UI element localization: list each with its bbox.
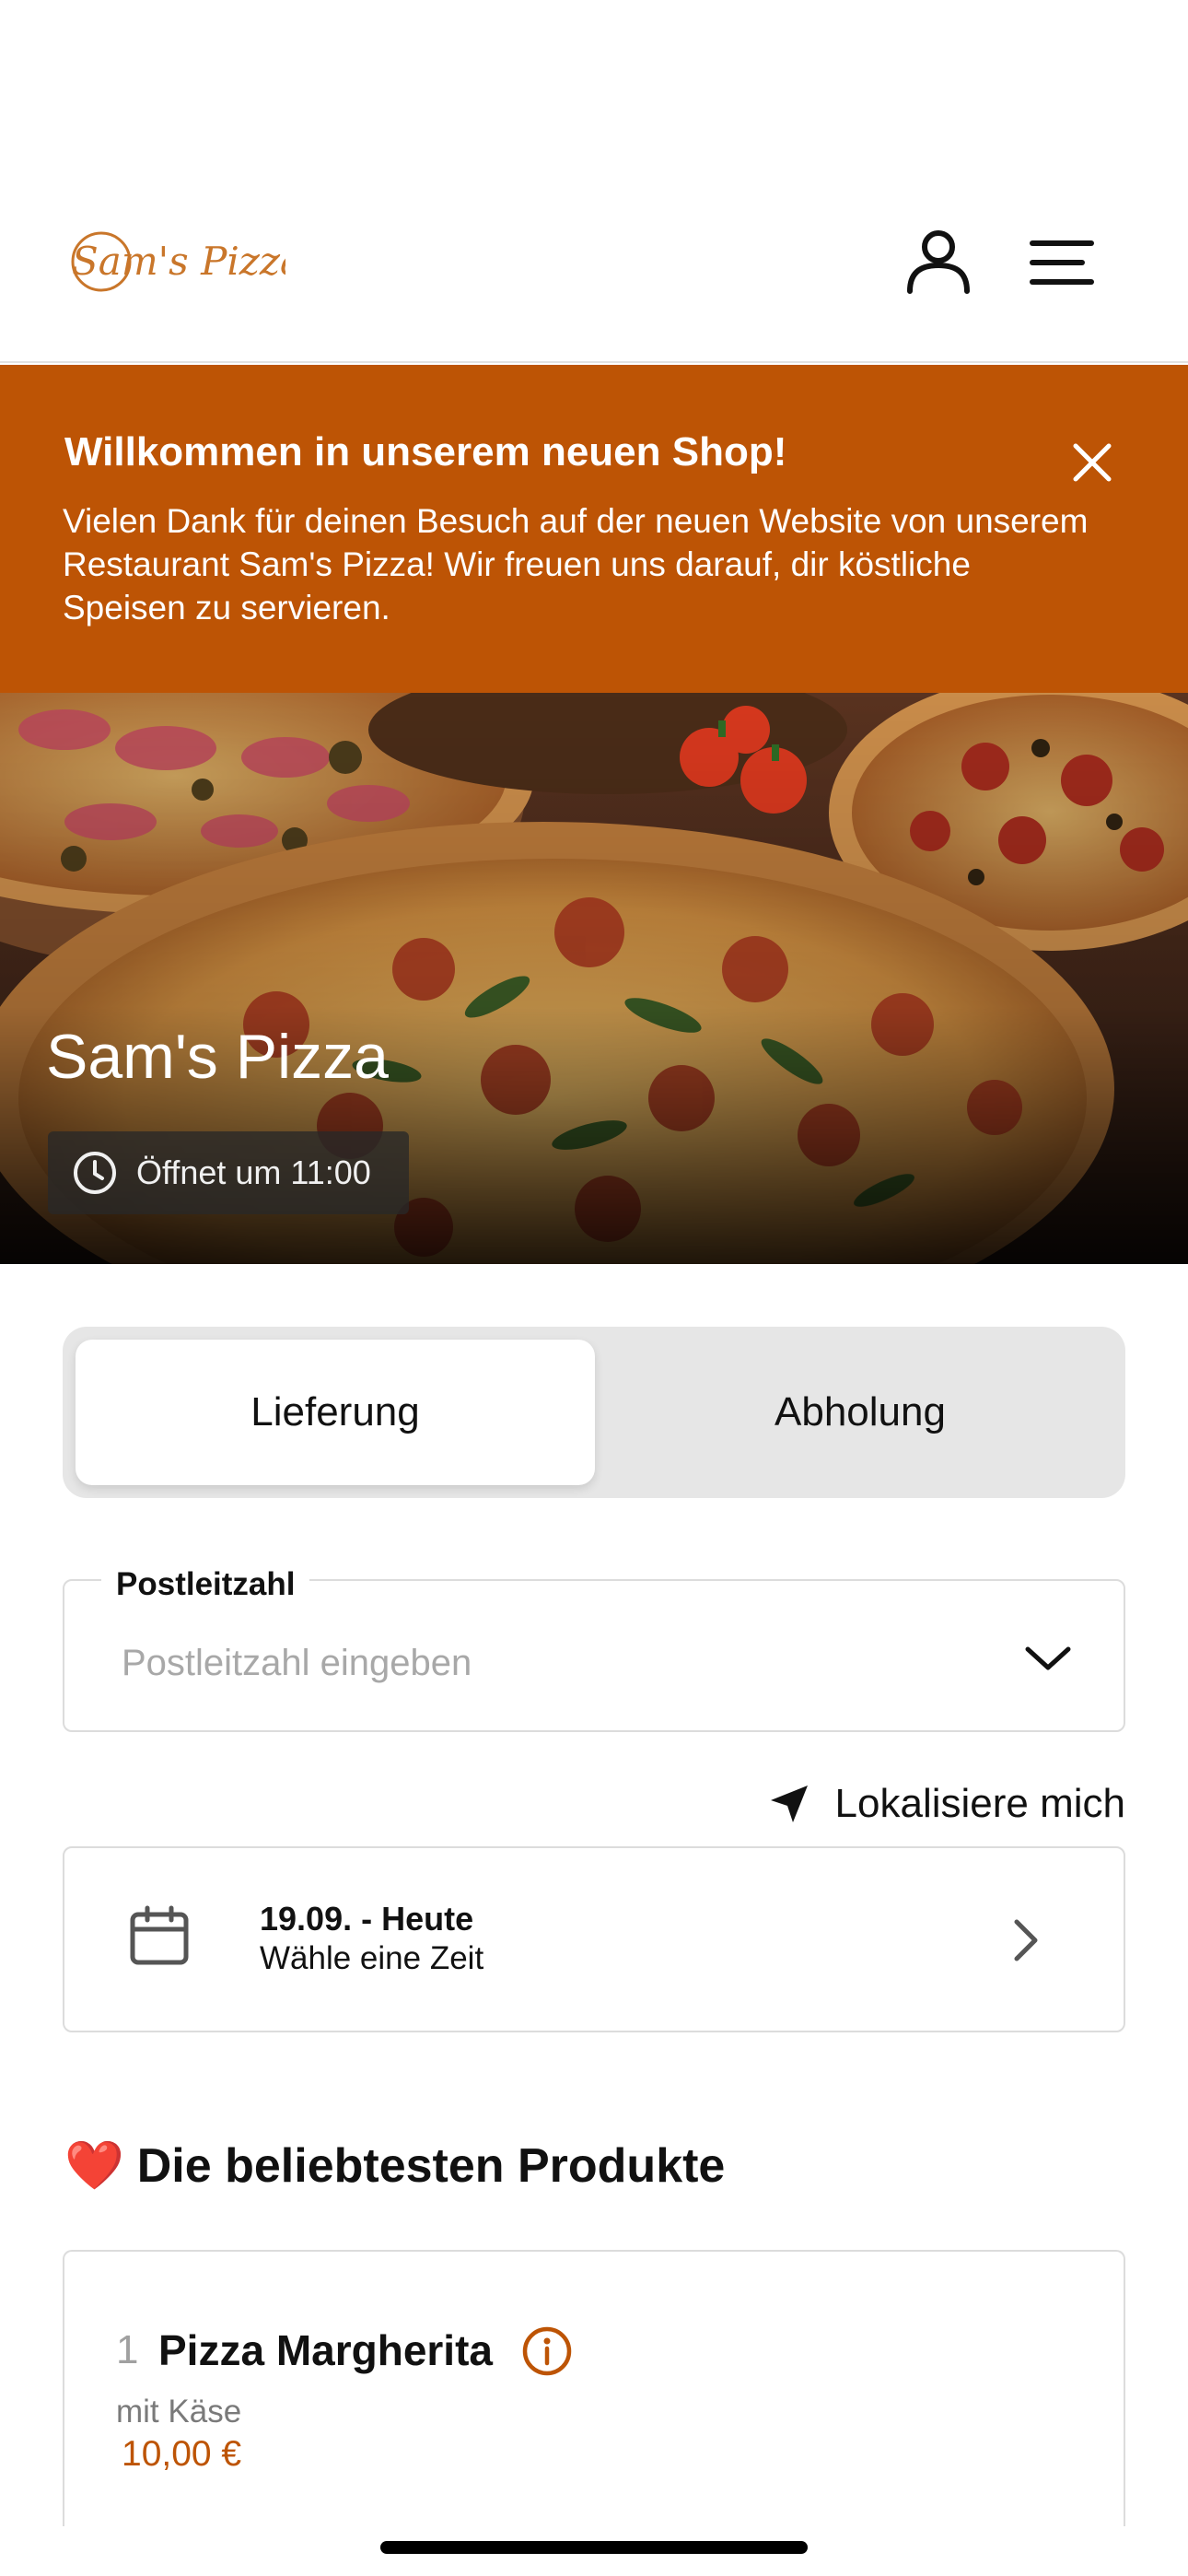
- calendar-icon: [130, 1905, 189, 1965]
- sams-pizza-logo[interactable]: Sam's Pizza: [64, 217, 285, 300]
- product-price: 10,00 €: [122, 2434, 242, 2474]
- home-indicator[interactable]: [380, 2541, 808, 2554]
- banner-text: Vielen Dank für deinen Besuch auf der ne…: [63, 502, 1089, 626]
- postal-code-input[interactable]: [122, 1631, 950, 1695]
- tab-pickup[interactable]: Abholung: [608, 1340, 1112, 1485]
- banner-title: Willkommen in unserem neuen Shop!: [64, 429, 787, 474]
- selected-date: 19.09. - Heute: [260, 1900, 474, 1938]
- locate-me-label: Lokalisiere mich: [834, 1781, 1125, 1826]
- locate-me-button[interactable]: Lokalisiere mich: [755, 1774, 1125, 1833]
- close-icon[interactable]: [1066, 437, 1118, 488]
- choose-time-hint: Wähle eine Zeit: [260, 1940, 484, 1976]
- info-icon[interactable]: [521, 2325, 573, 2377]
- product-description: mit Käse: [116, 2394, 242, 2430]
- product-card[interactable]: [63, 2250, 1125, 2526]
- hero-title: Sam's Pizza: [46, 1022, 389, 1092]
- hamburger-menu-icon[interactable]: [1030, 238, 1094, 287]
- logo-text: Sam's Pizza: [72, 239, 285, 284]
- product-rank: 1: [116, 2327, 139, 2372]
- tab-delivery[interactable]: Lieferung: [76, 1340, 595, 1485]
- clock-icon: [74, 1152, 116, 1194]
- chevron-right-icon: [1014, 1919, 1038, 1961]
- date-time-picker[interactable]: [63, 1846, 1125, 2032]
- chevron-down-icon[interactable]: [1020, 1631, 1076, 1686]
- app-header: [0, 0, 1188, 363]
- popular-products-title: Die beliebtesten Produkte: [136, 2138, 726, 2193]
- product-name: Pizza Margherita: [158, 2326, 493, 2374]
- popular-products-heading: ❤️ Die beliebtesten Produkte: [64, 2137, 725, 2194]
- user-icon[interactable]: [904, 227, 973, 295]
- postal-code-label: Postleitzahl: [101, 1566, 310, 1603]
- heart-icon: ❤️: [64, 2139, 124, 2193]
- opening-hours-chip: Öffnet um 11:00: [48, 1131, 409, 1214]
- location-arrow-icon: [770, 1786, 808, 1822]
- opening-hours-text: Öffnet um 11:00: [136, 1153, 371, 1191]
